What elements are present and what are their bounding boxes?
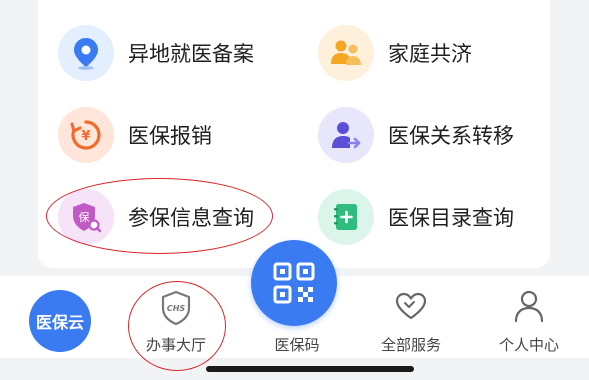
tab-label: 全部服务 bbox=[380, 336, 441, 354]
yuan-refresh-icon: ¥ bbox=[58, 107, 114, 163]
service-label: 医保关系转移 bbox=[388, 124, 514, 148]
service-label: 家庭共济 bbox=[388, 42, 472, 66]
tab-personal-center[interactable]: 个人中心 bbox=[492, 276, 566, 358]
qr-code-icon bbox=[273, 262, 315, 304]
tab-label: 医保码 bbox=[274, 336, 320, 354]
home-indicator[interactable] bbox=[206, 366, 414, 372]
svg-text:¥: ¥ bbox=[81, 129, 90, 144]
app-logo-button[interactable]: 医保云 bbox=[28, 276, 92, 358]
service-family-mutual-aid[interactable]: 家庭共济 bbox=[318, 25, 472, 81]
service-remote-medical-filing[interactable]: 异地就医备案 bbox=[58, 25, 254, 81]
service-relationship-transfer[interactable]: 医保关系转移 bbox=[318, 107, 514, 163]
tab-all-services[interactable]: 全部服务 bbox=[374, 276, 448, 358]
annotation-oval-service-hall bbox=[128, 281, 226, 371]
service-reimbursement[interactable]: ¥ 医保报销 bbox=[58, 107, 212, 163]
location-pin-icon bbox=[58, 25, 114, 81]
catalog-book-icon bbox=[318, 189, 374, 245]
service-label: 异地就医备案 bbox=[128, 42, 254, 66]
service-catalog-query[interactable]: 医保目录查询 bbox=[318, 189, 514, 245]
heart-icon bbox=[395, 292, 427, 320]
service-label: 医保目录查询 bbox=[388, 206, 514, 230]
qr-code-button[interactable] bbox=[251, 240, 337, 326]
person-transfer-icon bbox=[318, 107, 374, 163]
service-label: 医保报销 bbox=[128, 124, 212, 148]
logo-text: 医保云 bbox=[35, 313, 84, 332]
person-icon bbox=[514, 290, 544, 323]
tab-label: 个人中心 bbox=[498, 336, 559, 354]
annotation-oval-info-query bbox=[46, 178, 273, 254]
app-logo: 医保云 bbox=[29, 290, 91, 352]
family-people-icon bbox=[318, 25, 374, 81]
